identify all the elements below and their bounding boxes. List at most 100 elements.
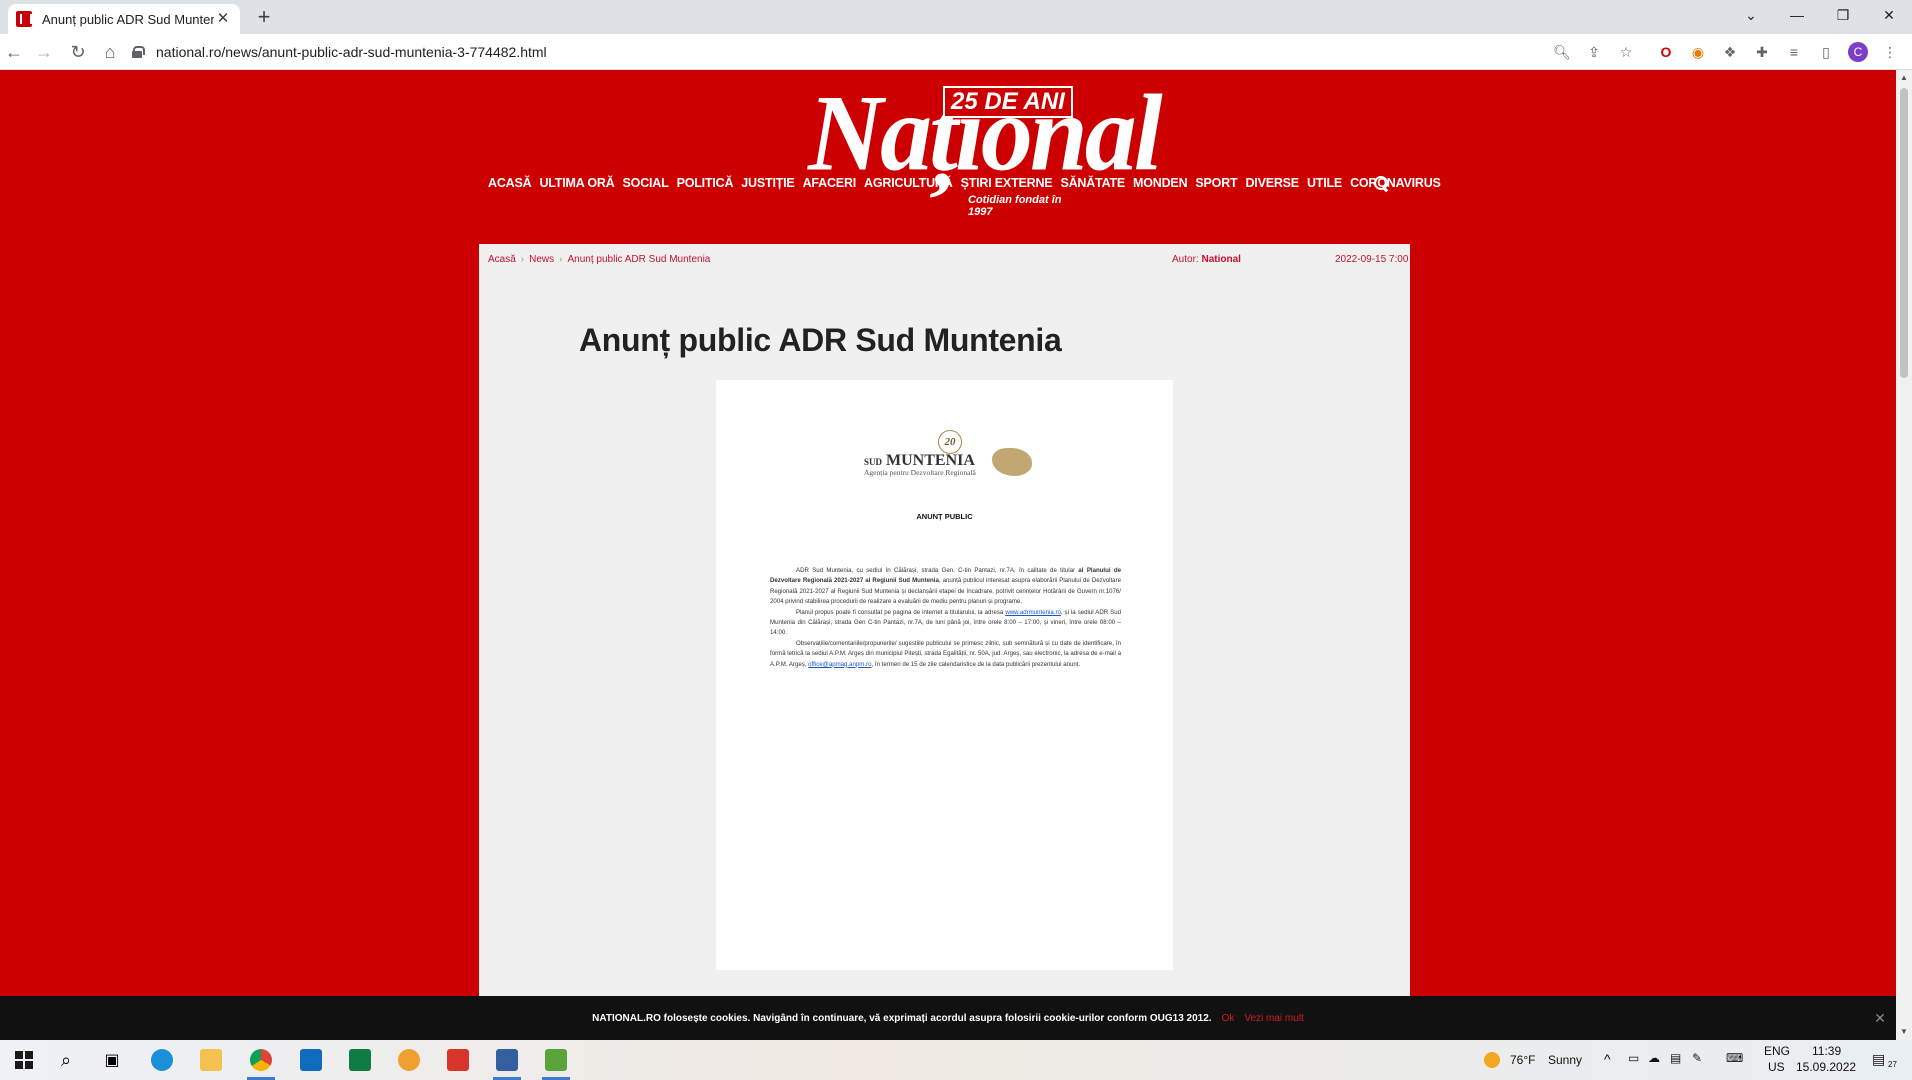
back-arrow-icon[interactable]: ← (2, 40, 26, 64)
tray-chevron-icon[interactable]: ^ (1604, 1051, 1611, 1067)
bookmark-star-icon[interactable]: ☆ (1616, 42, 1636, 62)
minimize-button[interactable]: — (1774, 0, 1820, 30)
app-document-icon[interactable] (483, 1040, 531, 1080)
nav-monden[interactable]: MONDEN (1133, 176, 1188, 190)
clock-time[interactable]: 11:39 (1812, 1044, 1841, 1058)
browser-toolbar: ← → ↻ ⌂ national.ro/news/anunt-public-ad… (0, 34, 1912, 70)
nav-politica[interactable]: POLITICĂ (677, 176, 734, 190)
cookie-text: NATIONAL.RO folosește cookies. Navigând … (592, 1012, 1212, 1024)
start-button[interactable] (0, 1040, 48, 1080)
reload-icon[interactable]: ↻ (66, 40, 90, 64)
tray-language[interactable]: ENG (1764, 1044, 1790, 1058)
tray-pen-icon[interactable]: ✎ (1692, 1051, 1702, 1065)
main-navigation: ACASĂ ULTIMA ORĂ SOCIAL POLITICĂ JUSTIȚI… (488, 172, 1449, 194)
excel-icon[interactable] (336, 1040, 384, 1080)
article-container: Acasă › News › Anunț public ADR Sud Muntenia… (479, 244, 1410, 996)
tab-search-icon[interactable]: ⌄ (1728, 0, 1774, 30)
edge-icon[interactable] (138, 1040, 186, 1080)
tray-network-icon[interactable]: ☁ (1648, 1051, 1660, 1065)
breadcrumb-separator: › (520, 254, 525, 265)
doc-email-link: office@apmag.anpm.ro (808, 660, 872, 668)
nav-stiri-externe[interactable]: ȘTIRI EXTERNE (961, 176, 1053, 190)
browser-tab[interactable]: Anunț public ADR Sud Muntenia ✕ (8, 4, 240, 34)
lock-icon (132, 46, 145, 58)
notification-icon[interactable]: ▤ (1872, 1051, 1885, 1068)
zoom-icon[interactable]: 🔍︎ (1552, 42, 1572, 62)
weather-temperature[interactable]: 76°F (1510, 1053, 1535, 1067)
nav-sport[interactable]: SPORT (1195, 176, 1237, 190)
page-scrollbar[interactable]: ▲ ▼ (1896, 70, 1912, 1040)
tray-app-icon[interactable]: ▤ (1670, 1051, 1681, 1065)
nav-agricultura[interactable]: AGRICULTURĂ (864, 176, 953, 190)
address-bar[interactable]: national.ro/news/anunt-public-adr-sud-mu… (132, 37, 1592, 67)
author-label: Autor: (1172, 254, 1199, 265)
nav-acasa[interactable]: ACASĂ (488, 176, 532, 190)
tab-close-icon[interactable]: ✕ (214, 10, 232, 28)
tray-keyboard-icon[interactable]: ⌨ (1726, 1051, 1743, 1065)
logo-anniversary-badge: 25 DE ANI (943, 86, 1073, 118)
tray-region[interactable]: US (1768, 1060, 1785, 1074)
nav-justitie[interactable]: JUSTIȚIE (741, 176, 794, 190)
announcement-image[interactable]: 20 SUD MUNTENIA Agenția pentru Dezvoltar… (716, 380, 1173, 970)
side-panel-icon[interactable]: ▯ (1816, 42, 1836, 62)
nav-ultima-ora[interactable]: ULTIMA ORĂ (539, 176, 614, 190)
author-name[interactable]: National (1201, 254, 1240, 265)
nav-afaceri[interactable]: AFACERI (803, 176, 857, 190)
publish-date: 2022-09-15 7:00 (1335, 254, 1409, 265)
nav-social[interactable]: SOCIAL (623, 176, 669, 190)
dropbox-icon[interactable]: ❖ (1720, 42, 1740, 62)
new-tab-button[interactable]: + (252, 6, 276, 30)
home-icon[interactable]: ⌂ (98, 40, 122, 64)
weather-sun-icon (1484, 1052, 1500, 1068)
nav-diverse[interactable]: DIVERSE (1245, 176, 1299, 190)
media-control-icon[interactable]: ≡ (1784, 42, 1804, 62)
restore-button[interactable]: ❐ (1820, 0, 1866, 30)
scroll-down-icon[interactable]: ▼ (1896, 1024, 1912, 1040)
national-favicon-icon (16, 11, 32, 27)
cookie-close-icon[interactable]: ✕ (1870, 1008, 1890, 1028)
breadcrumb-home[interactable]: Acasă (488, 254, 516, 265)
scroll-up-icon[interactable]: ▲ (1896, 70, 1912, 86)
windows-logo-icon (15, 1051, 33, 1069)
close-window-button[interactable]: ✕ (1866, 0, 1912, 30)
windows-taskbar: ⌕ ▣ 76°F Sunny ^ ▭ ☁ ▤ ✎ ⌨ ENG US 11:39 … (0, 1040, 1912, 1080)
clock-date[interactable]: 15.09.2022 (1796, 1060, 1856, 1074)
breadcrumb-news[interactable]: News (529, 254, 554, 265)
adr-sud-muntenia-logo: 20 SUD MUNTENIA Agenția pentru Dezvoltar… (864, 430, 1034, 484)
extensions-puzzle-icon[interactable]: ✚ (1752, 42, 1772, 62)
search-icon[interactable] (1374, 176, 1390, 192)
cookie-more-link[interactable]: Vezi mai mult (1244, 1013, 1303, 1024)
doc-paragraph: ADR Sud Muntenia, cu sediul în Călărași,… (770, 566, 1121, 608)
profile-avatar[interactable]: C (1848, 42, 1868, 62)
search-taskbar-icon[interactable]: ⌕ (42, 1040, 90, 1080)
notification-count: 27 (1888, 1060, 1897, 1069)
breadcrumb-current[interactable]: Anunț public ADR Sud Muntenia (568, 254, 711, 265)
chrome-icon[interactable] (237, 1040, 285, 1080)
share-icon[interactable]: ⇪ (1584, 42, 1604, 62)
breadcrumb: Acasă › News › Anunț public ADR Sud Muntenia (488, 254, 710, 265)
tray-meet-icon[interactable]: ▭ (1628, 1051, 1639, 1065)
doc-website-link: www.adrmuntenia.ro (1005, 608, 1061, 616)
nav-utile[interactable]: UTILE (1307, 176, 1342, 190)
file-explorer-icon[interactable] (187, 1040, 235, 1080)
app-green-icon[interactable] (532, 1040, 580, 1080)
acrobat-icon[interactable] (434, 1040, 482, 1080)
forward-arrow-icon[interactable]: → (32, 40, 56, 64)
cookie-ok-button[interactable]: Ok (1222, 1013, 1235, 1024)
weather-condition[interactable]: Sunny (1548, 1053, 1582, 1067)
app-circle-icon[interactable] (385, 1040, 433, 1080)
extension-badge-icon[interactable]: ◉ (1688, 42, 1708, 62)
scroll-thumb[interactable] (1900, 88, 1908, 378)
author-line: Autor: National (1172, 254, 1241, 265)
nav-sanatate[interactable]: SĂNĂTATE (1060, 176, 1125, 190)
doc-brand-name: MUNTENIA (886, 452, 975, 469)
nav-coronavirus[interactable]: CORONAVIRUS (1350, 176, 1441, 190)
menu-dots-icon[interactable]: ⋮ (1880, 42, 1900, 62)
logo-tagline: Cotidian fondat în 1997 (968, 194, 1062, 218)
opera-extension-icon[interactable]: O (1656, 42, 1676, 62)
doc-text: ADR Sud Muntenia, cu sediul în Călărași,… (796, 567, 1079, 574)
tab-strip: Anunț public ADR Sud Muntenia ✕ + ⌄ — ❐ … (0, 0, 1912, 34)
outlook-icon[interactable] (287, 1040, 335, 1080)
task-view-icon[interactable]: ▣ (88, 1040, 136, 1080)
doc-text: Planul propus poate fi consultat pe pagi… (796, 608, 1006, 616)
